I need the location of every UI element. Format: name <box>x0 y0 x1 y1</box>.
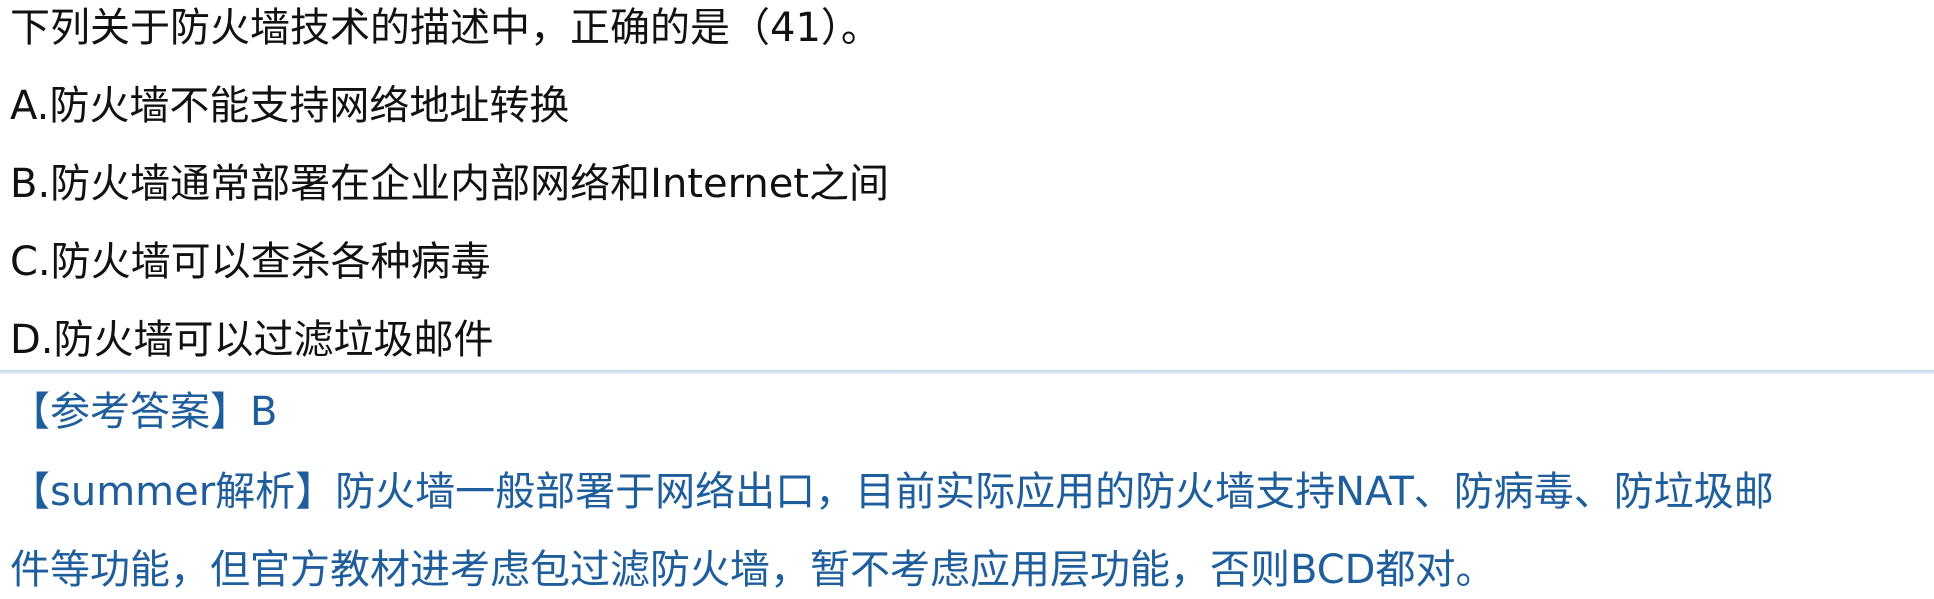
question-block: 下列关于防火墙技术的描述中，正确的是（41）。 A.防火墙不能支持网络地址转换 … <box>0 0 1934 372</box>
reference-answer: 【参考答案】B <box>10 389 278 435</box>
option-a: A.防火墙不能支持网络地址转换 <box>10 83 570 129</box>
option-c: C.防火墙可以查杀各种病毒 <box>10 239 491 285</box>
question-stem: 下列关于防火墙技术的描述中，正确的是（41）。 <box>10 5 881 51</box>
option-d: D.防火墙可以过滤垃圾邮件 <box>10 317 494 363</box>
analysis-line-1: 【summer解析】防火墙一般部署于网络出口，目前实际应用的防火墙支持NAT、防… <box>10 469 1774 515</box>
answer-block: 【参考答案】B 【summer解析】防火墙一般部署于网络出口，目前实际应用的防火… <box>0 374 1934 599</box>
analysis-line-2: 件等功能，但官方教材进考虑包过滤防火墙，暂不考虑应用层功能，否则BCD都对。 <box>10 547 1496 593</box>
option-b: B.防火墙通常部署在企业内部网络和Internet之间 <box>10 161 889 207</box>
